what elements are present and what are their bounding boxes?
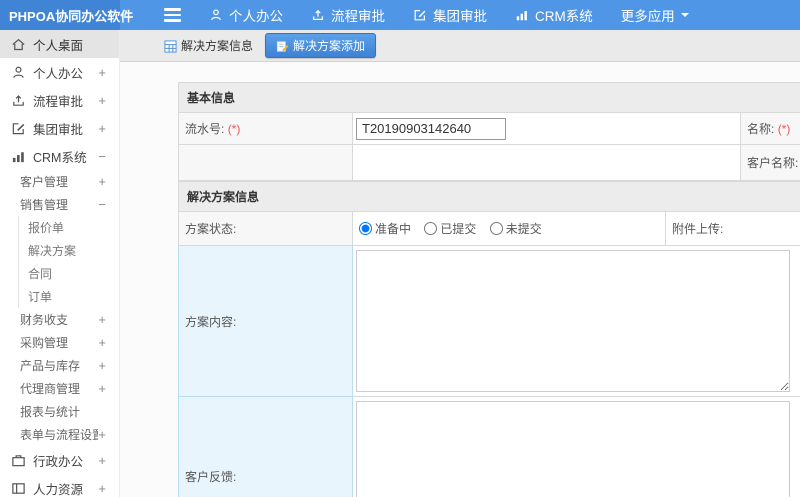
feedback-textarea[interactable] <box>356 401 790 497</box>
serial-label-cell: 流水号: (*) <box>178 112 353 145</box>
sidebar-item-form-flow-settings[interactable]: 表单与流程设置 + <box>0 423 119 446</box>
sidebar-item-personal-desktop[interactable]: 个人桌面 <box>0 30 119 58</box>
sidebar-item-purchase-mgmt[interactable]: 采购管理 + <box>0 331 119 354</box>
tab-strip: 解决方案信息 解决方案添加 <box>120 30 800 62</box>
serial-field-cell <box>352 112 741 145</box>
sidebar: 个人桌面 个人办公 + 流程审批 + 集团审批 + CRM系统 − 客户管理 + <box>0 30 120 497</box>
sidebar-item-agent-mgmt[interactable]: 代理商管理 + <box>0 377 119 400</box>
solution-info-header: 解决方案信息 <box>178 181 800 212</box>
required-mark: (*) <box>227 122 241 136</box>
serial-label: 流水号: <box>185 122 225 136</box>
sidebar-item-customer-mgmt[interactable]: 客户管理 + <box>0 170 119 193</box>
app-logo: PHPOA协同办公软件 <box>0 0 133 30</box>
caret-down-icon <box>680 13 689 21</box>
content-textarea[interactable] <box>356 250 790 392</box>
tab-solution-info[interactable]: 解决方案信息 <box>158 33 259 58</box>
status-radio-unsubmitted[interactable]: 未提交 <box>489 222 542 236</box>
top-bar: PHPOA协同办公软件 个人办公 流程审批 集团审批 CRM系统 更多应用 <box>0 0 800 30</box>
empty-field-cell <box>352 144 741 181</box>
person-icon <box>209 8 223 22</box>
solution-info-table: 解决方案信息 方案状态: 准备中 已提交 未提交 附件上传: 方案内容: 客户反… <box>178 181 800 497</box>
nav-workflow-approval[interactable]: 流程审批 <box>311 5 385 25</box>
status-radio-group: 准备中 已提交 未提交 <box>352 211 666 246</box>
serial-input[interactable] <box>356 117 506 140</box>
status-radio-submitted[interactable]: 已提交 <box>424 222 476 236</box>
book-icon <box>11 481 26 496</box>
customer-name-label: 客户名称: <box>747 156 799 170</box>
feedback-label: 客户反馈: <box>185 469 237 484</box>
nav-more-apps[interactable]: 更多应用 <box>621 5 689 25</box>
top-nav: 个人办公 流程审批 集团审批 CRM系统 更多应用 <box>164 0 689 30</box>
briefcase-icon <box>11 453 26 468</box>
sidebar-item-solution[interactable]: 解决方案 <box>0 239 119 262</box>
sidebar-item-product-inventory[interactable]: 产品与库存 + <box>0 354 119 377</box>
sidebar-item-order[interactable]: 订单 <box>0 285 119 308</box>
bar-chart-icon <box>11 149 26 164</box>
menu-icon[interactable] <box>164 8 181 22</box>
status-label: 方案状态: <box>185 222 237 236</box>
customer-name-label-cell: 客户名称: (*) <box>740 144 800 181</box>
name-label-cell: 名称: (*) <box>740 112 800 145</box>
edit-icon <box>11 121 26 136</box>
status-label-cell: 方案状态: <box>178 211 353 246</box>
nav-crm-system[interactable]: CRM系统 <box>515 5 593 25</box>
sidebar-item-crm-system[interactable]: CRM系统 − <box>0 142 119 170</box>
sidebar-item-contract[interactable]: 合同 <box>0 262 119 285</box>
name-label: 名称: <box>747 122 775 136</box>
grid-icon <box>164 38 177 53</box>
process-upload-icon <box>311 8 325 22</box>
sidebar-item-workflow-approval[interactable]: 流程审批 + <box>0 86 119 114</box>
sidebar-item-human-resources[interactable]: 人力资源 + <box>0 474 119 497</box>
attachment-label-cell: 附件上传: <box>665 211 800 246</box>
process-upload-icon <box>11 93 26 108</box>
tab-solution-add[interactable]: 解决方案添加 <box>265 33 377 58</box>
sidebar-item-reports[interactable]: 报表与统计 <box>0 400 119 423</box>
form-content: 基本信息 流水号: (*) 名称: (*) <box>120 62 800 497</box>
sidebar-item-admin-office[interactable]: 行政办公 + <box>0 446 119 474</box>
basic-info-header: 基本信息 <box>178 82 800 113</box>
required-mark: (*) <box>777 122 791 136</box>
form-edit-icon <box>276 38 289 52</box>
sidebar-item-personal-office[interactable]: 个人办公 + <box>0 58 119 86</box>
main-area: 解决方案信息 解决方案添加 基本信息 流水号: (*) T20190903142… <box>120 30 800 497</box>
sidebar-item-group-approval[interactable]: 集团审批 + <box>0 114 119 142</box>
status-radio-preparing[interactable]: 准备中 <box>359 222 411 236</box>
edit-icon <box>413 8 427 22</box>
attachment-label: 附件上传: <box>672 222 724 236</box>
basic-info-table: 基本信息 流水号: (*) 名称: (*) <box>178 82 800 181</box>
nav-personal-office[interactable]: 个人办公 <box>209 5 283 25</box>
feedback-field-cell <box>352 396 800 497</box>
nav-group-approval[interactable]: 集团审批 <box>413 5 487 25</box>
sidebar-item-finance[interactable]: 财务收支 + <box>0 308 119 331</box>
content-label: 方案内容: <box>185 314 237 329</box>
content-label-cell: 方案内容: <box>178 245 353 397</box>
content-field-cell <box>352 245 800 397</box>
person-icon <box>11 65 26 80</box>
sidebar-item-quotation[interactable]: 报价单 <box>0 216 119 239</box>
home-icon <box>11 37 26 52</box>
bar-chart-icon <box>515 8 529 22</box>
feedback-label-cell: 客户反馈: <box>178 396 353 497</box>
sidebar-item-sales-mgmt[interactable]: 销售管理 − <box>0 193 119 216</box>
empty-label-cell <box>178 144 353 181</box>
